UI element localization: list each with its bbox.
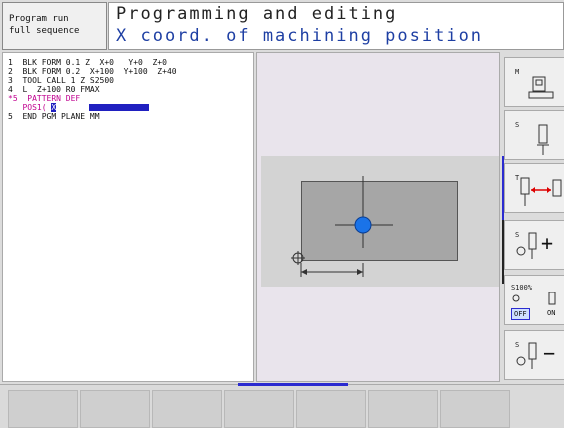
graphics-view [256, 52, 500, 382]
softkey-empty[interactable] [80, 390, 150, 428]
machining-position-marker [354, 216, 372, 234]
plus-icon: + [541, 231, 554, 255]
program-line-active[interactable]: *5 PATTERN DEF [8, 94, 80, 103]
softkey-empty[interactable] [8, 390, 78, 428]
dimension-drawing [291, 176, 393, 277]
operating-mode-label: Program run full sequence [2, 2, 107, 50]
program-line[interactable]: 5 END PGM PLANE MM [8, 112, 100, 121]
spindle-plus-icon [516, 232, 537, 259]
spindle-icon [537, 124, 549, 155]
program-line[interactable]: 1 BLK FORM 0.1 Z X+0 Y+0 Z+0 [8, 58, 167, 67]
input-field-highlight[interactable] [89, 104, 149, 111]
softkey-group-indicator-active [502, 156, 504, 220]
override-on-state[interactable]: ON [547, 309, 555, 317]
mode-line-1: Program run [9, 14, 69, 24]
softkey-s100-override[interactable]: S100% OFF ON [504, 275, 564, 325]
softkey-empty[interactable] [152, 390, 222, 428]
softkey-row-indicator [238, 383, 348, 386]
softkey-s-spindle[interactable]: S [504, 110, 564, 160]
edit-cursor[interactable]: X [51, 103, 57, 112]
pos-line[interactable]: POS1( X [8, 103, 57, 112]
mode-line-2: full sequence [9, 26, 80, 36]
spindle-minus-icon [516, 342, 537, 369]
header-title: Programming and editing [116, 4, 398, 24]
header: Programming and editing X coord. of mach… [108, 2, 564, 50]
softkey-empty[interactable] [440, 390, 510, 428]
softkey-empty[interactable] [224, 390, 294, 428]
header-subtitle: X coord. of machining position [116, 26, 484, 46]
softkey-group-indicator [502, 220, 504, 284]
horizontal-softkey-bar [0, 384, 564, 428]
program-listing[interactable]: 1 BLK FORM 0.1 Z X+0 Y+0 Z+0 2 BLK FORM … [2, 52, 254, 382]
softkey-t-tool[interactable]: T [504, 163, 564, 213]
minus-icon: − [543, 341, 556, 365]
program-line[interactable]: 2 BLK FORM 0.2 X+100 Y+100 Z+40 [8, 67, 177, 76]
machine-icon [528, 76, 554, 99]
cnc-screen: Program run full sequence Programming an… [0, 0, 564, 428]
softkey-empty[interactable] [296, 390, 366, 428]
tool-change-icon [520, 177, 562, 206]
program-line[interactable]: 4 L Z+100 R0 FMAX [8, 85, 100, 94]
softkey-s-plus[interactable]: S + [504, 220, 564, 270]
softkey-empty[interactable] [368, 390, 438, 428]
softkey-s-minus[interactable]: S − [504, 330, 564, 380]
pos-prefix: POS1( [8, 103, 52, 112]
override-off-state[interactable]: OFF [511, 308, 530, 320]
softkey-m[interactable]: M [504, 57, 564, 107]
program-line[interactable]: 3 TOOL CALL 1 Z S2500 [8, 76, 114, 85]
vertical-softkey-bar: M S T S + S100% OFF ON S − [502, 52, 564, 382]
